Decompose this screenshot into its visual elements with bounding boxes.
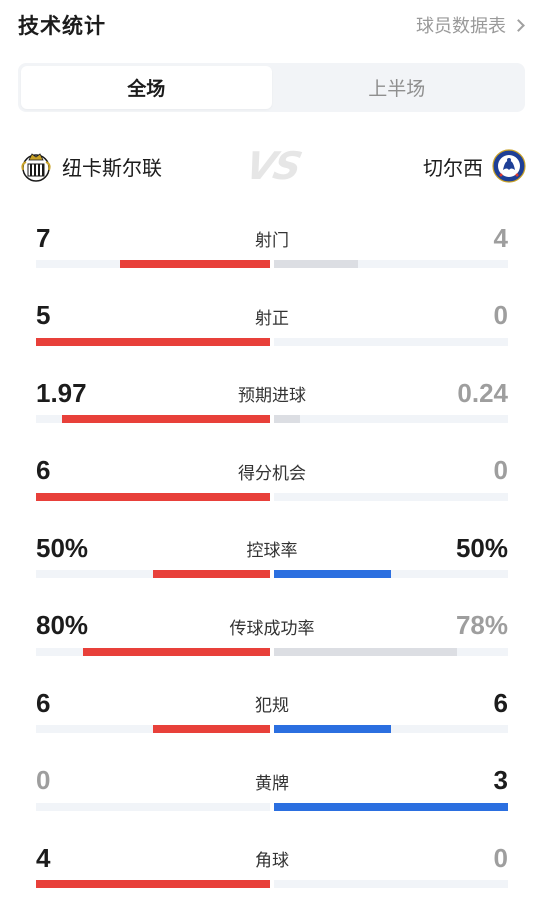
away-bar-fill — [274, 647, 457, 656]
home-bar-track — [36, 802, 270, 811]
home-bar-track — [36, 880, 270, 888]
home-stat-value: 7 — [36, 222, 51, 253]
home-team[interactable]: 纽卡斯尔联 — [18, 148, 162, 184]
stat-row: 4 0 角球 — [36, 840, 508, 906]
away-stat-value: 6 — [493, 687, 508, 718]
player-stats-link[interactable]: 球员数据表 — [416, 12, 525, 38]
home-bar-track — [36, 725, 270, 733]
home-bar-fill — [36, 492, 270, 501]
tab-full-match[interactable]: 全场 — [21, 66, 272, 109]
away-bar-track — [274, 570, 508, 578]
away-bar-fill — [274, 725, 391, 733]
player-stats-link-label: 球员数据表 — [416, 16, 506, 37]
home-bar-track — [36, 492, 270, 501]
away-bar-fill — [274, 570, 391, 578]
away-bar-track — [274, 647, 508, 656]
stat-bar — [36, 802, 508, 811]
home-bar-fill — [36, 337, 270, 346]
away-bar-fill — [274, 260, 359, 268]
away-stat-value: 0 — [493, 842, 508, 873]
away-stat-value: 50% — [455, 532, 508, 563]
away-stat-value: 0 — [493, 300, 508, 330]
away-bar-fill — [274, 802, 508, 811]
away-bar-track — [274, 802, 508, 811]
away-team-name: 切尔西 — [423, 155, 483, 180]
home-stat-value: 50% — [36, 532, 89, 563]
home-stat-value: 6 — [36, 687, 51, 718]
chelsea-crest-icon — [491, 148, 527, 184]
stat-bar — [36, 880, 508, 888]
away-stat-value: 0.24 — [457, 377, 508, 408]
stat-row: 7 4 射门 — [36, 220, 508, 298]
chevron-right-icon — [512, 18, 525, 32]
home-stat-value: 1.97 — [36, 377, 87, 408]
away-bar-track — [274, 880, 508, 888]
stat-bar — [36, 415, 508, 423]
home-bar-track — [36, 570, 270, 578]
stat-row: 80% 78% 传球成功率 — [36, 608, 508, 686]
stat-bar — [36, 260, 508, 268]
home-bar-track — [36, 415, 270, 423]
stat-bar — [36, 570, 508, 578]
home-bar-fill — [153, 570, 270, 578]
away-bar-track — [274, 415, 508, 423]
vs-label: VS — [241, 144, 304, 188]
stat-bar — [36, 647, 508, 656]
home-team-name: 纽卡斯尔联 — [62, 155, 162, 180]
home-bar-track — [36, 337, 270, 346]
tab-first-half[interactable]: 上半场 — [272, 66, 523, 109]
stat-row: 6 6 犯规 — [36, 685, 508, 763]
home-bar-fill — [153, 725, 270, 733]
stats-header: 技术统计 球员数据表 — [18, 8, 525, 42]
away-bar-track — [274, 725, 508, 733]
home-stat-value: 0 — [36, 765, 51, 795]
page-title: 技术统计 — [18, 14, 106, 38]
home-bar-fill — [61, 415, 270, 423]
home-stat-value: 5 — [36, 300, 51, 330]
stat-row: 50% 50% 控球率 — [36, 530, 508, 608]
newcastle-crest-icon — [18, 148, 54, 184]
away-bar-fill — [274, 415, 300, 423]
away-bar-track — [274, 337, 508, 346]
home-stat-value: 80% — [36, 610, 89, 640]
home-stat-value: 6 — [36, 455, 51, 485]
stat-row: 6 0 得分机会 — [36, 453, 508, 531]
stat-bar — [36, 337, 508, 346]
away-bar-track — [274, 260, 508, 268]
stat-row: 0 3 黄牌 — [36, 763, 508, 841]
away-stat-value: 78% — [455, 610, 508, 640]
home-bar-track — [36, 260, 270, 268]
stat-bar — [36, 725, 508, 733]
stats-list: 7 4 射门 5 0 射正 1.97 0.24 预期进球 6 0 得分机会 50… — [36, 220, 508, 906]
home-bar-track — [36, 647, 270, 656]
home-bar-fill — [120, 260, 270, 268]
away-stat-value: 4 — [493, 222, 508, 253]
home-bar-fill — [36, 880, 270, 888]
stat-row: 5 0 射正 — [36, 298, 508, 376]
home-stat-value: 4 — [36, 842, 51, 873]
away-bar-track — [274, 492, 508, 501]
away-team[interactable]: 切尔西 — [423, 148, 527, 184]
period-tabs: 全场 上半场 — [18, 63, 525, 112]
away-stat-value: 3 — [493, 765, 508, 795]
away-stat-value: 0 — [493, 455, 508, 485]
teams-row: 纽卡斯尔联 VS 切尔西 — [18, 144, 527, 188]
stat-row: 1.97 0.24 预期进球 — [36, 375, 508, 453]
home-bar-fill — [82, 647, 270, 656]
stat-bar — [36, 492, 508, 501]
